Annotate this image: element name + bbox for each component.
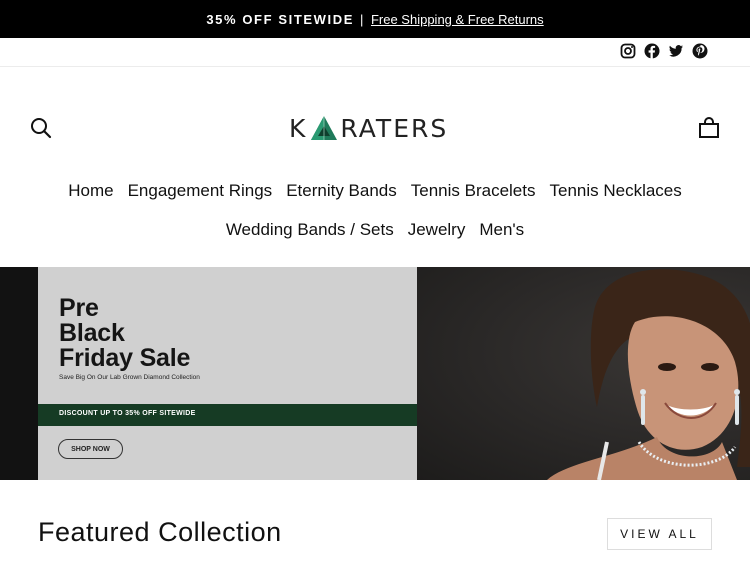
logo-rest: RATERS: [340, 113, 449, 143]
nav-item-home[interactable]: Home: [68, 181, 113, 201]
facebook-icon[interactable]: [644, 43, 660, 59]
social-bar: [0, 38, 750, 67]
cart-icon[interactable]: [698, 117, 720, 139]
hero-promo-panel: Pre Black Friday Sale Save Big On Our La…: [38, 267, 417, 480]
model-photo-illustration: [547, 269, 750, 480]
hero-banner[interactable]: Pre Black Friday Sale Save Big On Our La…: [0, 267, 750, 480]
search-icon[interactable]: [30, 117, 52, 139]
view-all-button[interactable]: VIEW ALL: [607, 518, 712, 550]
hero-subtitle: Save Big On Our Lab Grown Diamond Collec…: [59, 374, 200, 381]
nav-item-jewelry[interactable]: Jewelry: [408, 220, 466, 240]
instagram-icon[interactable]: [620, 43, 636, 59]
nav-item-tennis-bracelets[interactable]: Tennis Bracelets: [411, 181, 536, 201]
twitter-icon[interactable]: [668, 43, 684, 59]
logo-gem-icon: [311, 116, 338, 140]
shop-now-button[interactable]: SHOP NOW: [58, 439, 123, 459]
featured-collection-title: Featured Collection: [38, 517, 282, 547]
nav-item-tennis-necklaces[interactable]: Tennis Necklaces: [549, 181, 681, 201]
site-logo[interactable]: K RATERS: [289, 112, 448, 144]
announcement-offer: 35% OFF SITEWIDE: [206, 11, 354, 27]
hero-title-line-2: Black: [59, 319, 125, 347]
hero-title: Pre Black Friday Sale: [59, 296, 190, 371]
hero-title-line-1: Pre: [59, 294, 99, 322]
nav-item-mens[interactable]: Men's: [479, 220, 524, 240]
hero-title-line-3: Friday Sale: [59, 344, 191, 372]
social-icons: [620, 43, 708, 59]
announcement-separator: |: [359, 11, 365, 27]
free-shipping-link[interactable]: Free Shipping & Free Returns: [371, 12, 544, 27]
announcement-bar: 35% OFF SITEWIDE | Free Shipping & Free …: [0, 0, 750, 38]
nav-item-eternity-bands[interactable]: Eternity Bands: [286, 181, 397, 201]
hero-discount-band: DISCOUNT UP TO 35% OFF SITEWIDE: [38, 404, 417, 426]
hero-discount-text: DISCOUNT UP TO 35% OFF SITEWIDE: [59, 410, 196, 417]
pinterest-icon[interactable]: [692, 43, 708, 59]
site-header: K RATERS Home Engagement Rings Eternity …: [0, 67, 750, 267]
nav-item-wedding-bands[interactable]: Wedding Bands / Sets: [226, 220, 394, 240]
logo-k: K: [289, 113, 308, 143]
nav-item-engagement-rings[interactable]: Engagement Rings: [128, 181, 273, 201]
main-nav-row-2: Wedding Bands / Sets Jewelry Men's: [0, 220, 750, 240]
hero-model-image: [417, 267, 750, 480]
main-nav-row-1: Home Engagement Rings Eternity Bands Ten…: [0, 181, 750, 201]
